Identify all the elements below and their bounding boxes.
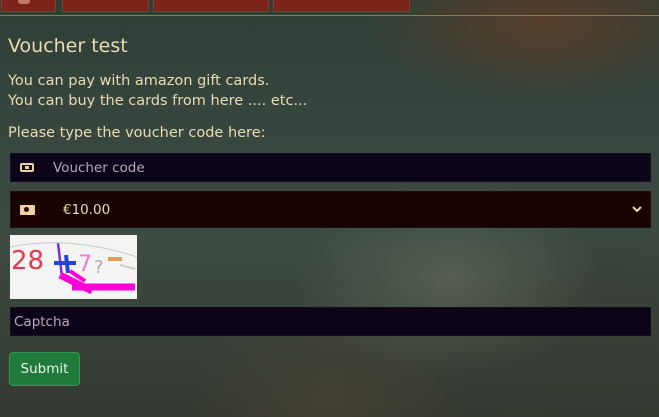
nav-tab-3[interactable] — [153, 0, 269, 12]
intro-line: You can buy the cards from here .... etc… — [8, 93, 308, 109]
svg-text:28: 28 — [11, 246, 44, 276]
svg-text:7: 7 — [78, 252, 92, 277]
page-title: Voucher test — [8, 35, 128, 57]
amount-selected-value: €10.00 — [63, 201, 111, 218]
intro-text: You can pay with amazon gift cards. You … — [8, 71, 651, 111]
submit-button[interactable]: Submit — [9, 352, 80, 386]
nav-tab-home[interactable] — [1, 0, 56, 12]
captcha-input[interactable] — [11, 308, 650, 335]
ticket-icon — [11, 154, 43, 181]
top-nav — [0, 0, 659, 12]
nav-home-icon — [18, 0, 30, 4]
money-bill-icon — [11, 192, 43, 227]
svg-text:?: ? — [94, 257, 104, 278]
main-content: Voucher test You can pay with amazon gif… — [8, 33, 651, 386]
nav-divider — [0, 15, 659, 16]
intro-line: You can pay with amazon gift cards. — [8, 73, 270, 89]
nav-tab-2[interactable] — [62, 0, 149, 12]
nav-tab-4[interactable] — [273, 0, 410, 12]
captcha-input-group — [10, 307, 651, 336]
voucher-code-input[interactable] — [43, 154, 650, 181]
captcha-image: 28 7 ? — [10, 235, 137, 299]
voucher-prompt: Please type the voucher code here: — [8, 125, 266, 141]
voucher-input-group — [10, 153, 651, 182]
chevron-down-icon — [624, 206, 650, 213]
amount-select[interactable]: €10.00 — [10, 191, 651, 228]
